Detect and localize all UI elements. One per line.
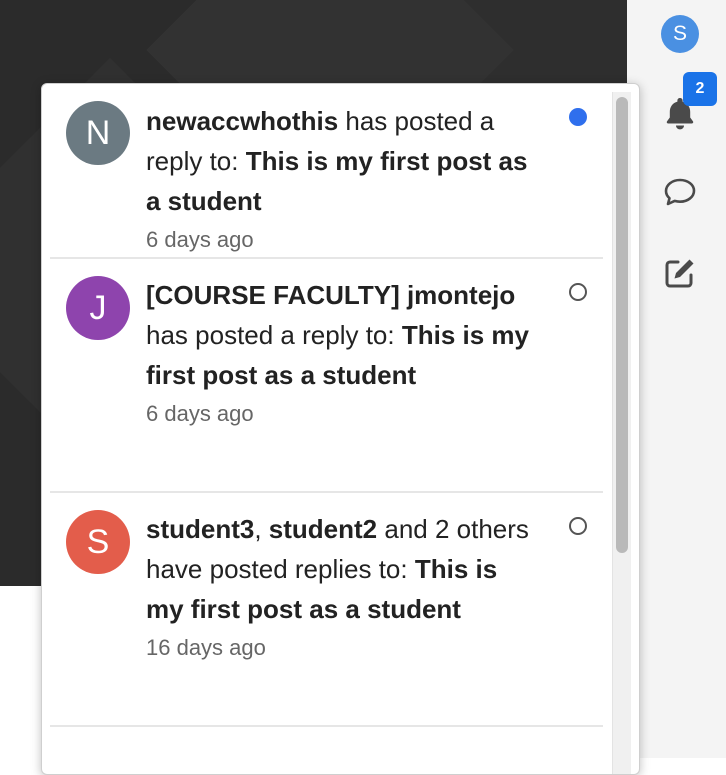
actor-name: [COURSE FACULTY] jmontejo [146, 280, 516, 310]
notification-count-badge: 2 [683, 72, 717, 106]
scrollbar-track[interactable] [612, 92, 631, 774]
notification-text: [COURSE FACULTY] jmontejo has posted a r… [146, 275, 531, 395]
notification-time: 16 days ago [146, 635, 266, 660]
avatar-initial: N [85, 113, 111, 152]
notification-time: 6 days ago [146, 401, 254, 426]
notifications-list: N newaccwhothis has posted a reply to: T… [50, 84, 603, 727]
notification-item[interactable]: S student3, student2 and 2 others have p… [50, 493, 603, 727]
notification-text: newaccwhothis has posted a reply to: Thi… [146, 101, 531, 221]
read-circle-icon[interactable] [569, 517, 587, 535]
avatar: N [66, 101, 130, 165]
avatar: J [66, 276, 130, 340]
chat-icon[interactable] [662, 174, 698, 210]
avatar-initial: S [86, 522, 110, 561]
actor-separator: , [254, 514, 269, 544]
notification-item[interactable]: J [COURSE FACULTY] jmontejo has posted a… [50, 259, 603, 493]
notification-count: 2 [695, 80, 705, 97]
actor-name: student3 [146, 514, 255, 544]
notification-time: 6 days ago [146, 227, 254, 252]
user-avatar-initial: S [672, 22, 687, 45]
read-circle-icon[interactable] [569, 283, 587, 301]
actor-name: student2 [268, 514, 378, 544]
scrollbar-thumb[interactable] [616, 97, 628, 553]
actor-name: newaccwhothis [146, 106, 339, 136]
user-avatar[interactable]: S [661, 15, 699, 53]
notifications-dropdown: N newaccwhothis has posted a reply to: T… [41, 83, 640, 775]
notification-item[interactable]: N newaccwhothis has posted a reply to: T… [50, 84, 603, 259]
unread-dot-icon[interactable] [569, 108, 587, 126]
compose-icon[interactable] [662, 255, 698, 291]
notification-text: student3, student2 and 2 others have pos… [146, 509, 531, 629]
avatar-initial: J [89, 288, 107, 327]
avatar: S [66, 510, 130, 574]
notification-action: has posted a reply to: [146, 320, 402, 350]
